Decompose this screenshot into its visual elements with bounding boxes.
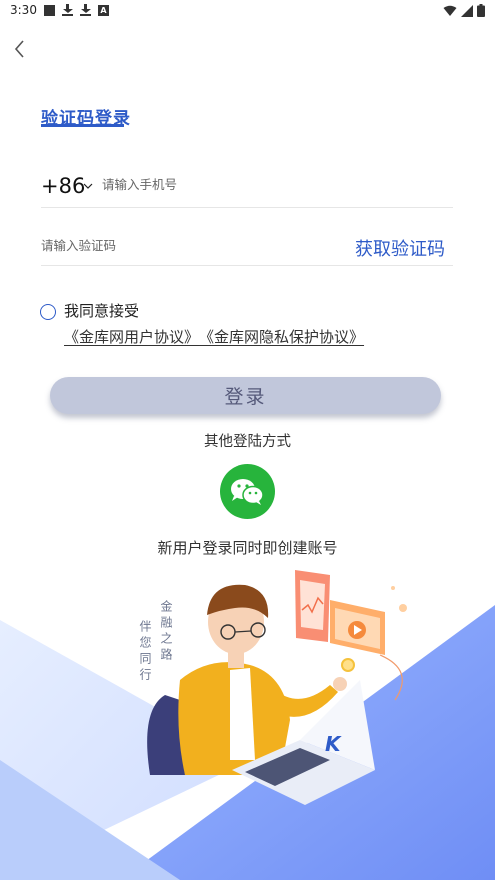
phone-input[interactable] xyxy=(102,177,442,192)
status-time: 3:30 xyxy=(10,3,37,17)
title-underline xyxy=(41,124,124,127)
agreement-links: 《金库网用户协议》 《金库网隐私保护协议》 xyxy=(64,326,364,347)
status-notification-icons: A xyxy=(44,4,109,16)
phone-row: +86 xyxy=(41,172,453,208)
agreement-text: 我同意接受 xyxy=(64,302,140,320)
wechat-login-button[interactable] xyxy=(220,464,275,519)
back-button[interactable] xyxy=(8,36,34,62)
status-system-icons xyxy=(443,4,485,17)
bottom-illustration: 金融之路 伴您同行 K xyxy=(0,560,495,880)
get-code-button[interactable]: 获取验证码 xyxy=(355,235,445,261)
verification-code-input[interactable] xyxy=(41,238,321,253)
notification-a-icon: A xyxy=(98,4,109,16)
wifi-icon xyxy=(443,5,457,16)
chevron-down-icon[interactable] xyxy=(83,181,93,191)
privacy-agreement-link[interactable]: 《金库网隐私保护协议》 xyxy=(199,326,364,347)
wechat-icon xyxy=(231,479,264,505)
laptop-logo-icon: K xyxy=(325,732,341,756)
code-row: 获取验证码 xyxy=(41,232,453,266)
signal-icon xyxy=(461,4,473,17)
slogan-line1: 金融之路 xyxy=(159,600,173,664)
slogan-line2: 伴您同行 xyxy=(138,620,152,684)
new-user-note: 新用户登录同时即创建账号 xyxy=(157,539,338,557)
back-chevron-icon xyxy=(14,40,24,58)
battery-icon xyxy=(477,4,485,17)
other-login-label: 其他登陆方式 xyxy=(204,434,291,450)
user-agreement-link[interactable]: 《金库网用户协议》 xyxy=(64,326,199,347)
download-icon xyxy=(62,4,73,16)
login-button[interactable]: 登录 xyxy=(50,377,441,414)
download-icon xyxy=(80,4,91,16)
illustration-graphic xyxy=(0,570,495,880)
status-bar: 3:30 A xyxy=(0,0,495,22)
agreement-radio[interactable] xyxy=(40,304,56,320)
notification-square-icon xyxy=(44,4,55,16)
country-code-selector[interactable]: +86 xyxy=(41,174,85,198)
